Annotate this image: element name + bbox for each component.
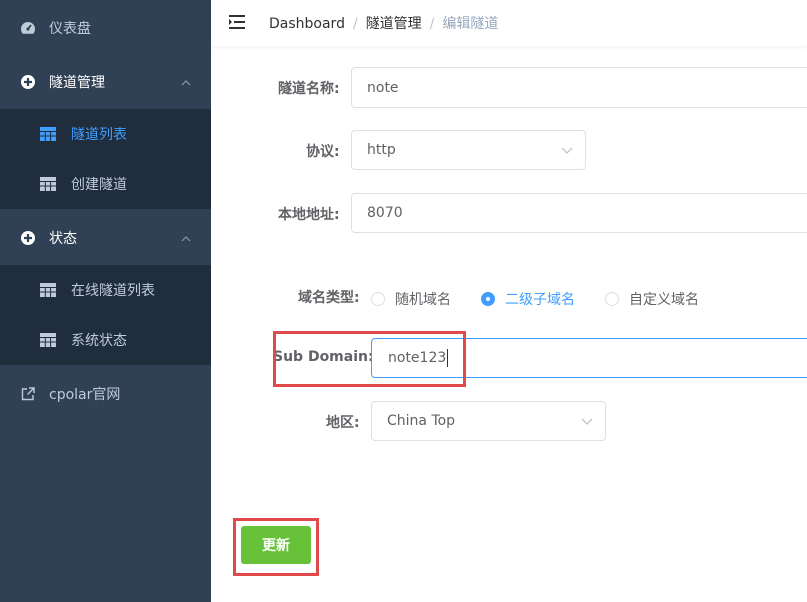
chevron-up-icon xyxy=(181,230,191,246)
domain-type-label: 域名类型: xyxy=(298,290,360,306)
sidebar-item-tunnel-list[interactable]: 隧道列表 xyxy=(0,109,211,159)
protocol-value: http xyxy=(367,142,396,158)
region-label: 地区: xyxy=(326,415,360,431)
sidebar-item-create-tunnel[interactable]: 创建隧道 xyxy=(0,159,211,209)
dashboard-icon xyxy=(20,20,36,36)
radio-button-icon xyxy=(371,292,385,306)
local-address-input[interactable]: 8070 xyxy=(351,193,807,233)
sidebar-item-label: 系统状态 xyxy=(71,333,127,349)
highlight-box-sub-domain xyxy=(273,331,466,387)
sidebar-item-label: 创建隧道 xyxy=(71,177,127,193)
plus-circle-icon xyxy=(20,230,36,246)
local-address-label: 本地地址: xyxy=(278,207,340,223)
sidebar: 仪表盘 隧道管理 隧道列表 创建隧道 状态 在线隧道列表 系统状态 cpolar… xyxy=(0,0,211,602)
sidebar-item-label: cpolar官网 xyxy=(49,387,121,403)
breadcrumb-tunnel-management[interactable]: 隧道管理 xyxy=(366,16,422,32)
table-icon xyxy=(40,177,56,191)
radio-label: 二级子域名 xyxy=(505,292,575,308)
sidebar-item-label: 状态 xyxy=(49,231,77,247)
region-value: China Top xyxy=(387,413,456,429)
breadcrumb-separator: / xyxy=(352,16,358,32)
external-link-icon xyxy=(20,386,36,402)
radio-custom-domain[interactable]: 自定义域名 xyxy=(605,289,699,309)
chevron-up-icon xyxy=(181,74,191,90)
sidebar-item-online-tunnels[interactable]: 在线隧道列表 xyxy=(0,265,211,315)
sidebar-item-status[interactable]: 状态 xyxy=(0,210,211,266)
top-bar: Dashboard / 隧道管理 / 编辑隧道 xyxy=(211,0,807,46)
local-address-value: 8070 xyxy=(367,205,403,221)
sidebar-item-label: 仪表盘 xyxy=(49,21,91,37)
table-icon xyxy=(40,283,56,297)
radio-label: 自定义域名 xyxy=(629,292,699,308)
breadcrumb-dashboard[interactable]: Dashboard xyxy=(269,16,345,32)
radio-button-icon xyxy=(605,292,619,306)
sidebar-item-tunnel-management[interactable]: 隧道管理 xyxy=(0,54,211,110)
protocol-select[interactable]: http xyxy=(351,130,586,170)
plus-circle-icon xyxy=(20,74,36,90)
breadcrumb-edit-tunnel: 编辑隧道 xyxy=(442,16,499,32)
sidebar-item-cpolar-website[interactable]: cpolar官网 xyxy=(0,366,211,422)
chevron-down-icon xyxy=(581,413,593,429)
sidebar-item-dashboard[interactable]: 仪表盘 xyxy=(0,0,211,56)
table-icon xyxy=(40,333,56,347)
table-icon xyxy=(40,127,56,141)
sidebar-item-label: 在线隧道列表 xyxy=(71,283,155,299)
radio-random-domain[interactable]: 随机域名 xyxy=(371,289,451,309)
radio-button-icon xyxy=(481,292,495,306)
tunnel-name-label: 隧道名称: xyxy=(278,81,340,97)
tunnel-name-value: note xyxy=(367,79,399,96)
chevron-down-icon xyxy=(561,142,573,158)
sidebar-item-label: 隧道管理 xyxy=(49,75,105,91)
breadcrumb: Dashboard / 隧道管理 / 编辑隧道 xyxy=(269,13,498,33)
protocol-label: 协议: xyxy=(306,144,340,160)
radio-label: 随机域名 xyxy=(395,292,451,308)
tunnel-name-input[interactable]: note xyxy=(351,67,807,108)
radio-subdomain[interactable]: 二级子域名 xyxy=(481,289,575,309)
sidebar-item-system-status[interactable]: 系统状态 xyxy=(0,315,211,365)
update-button[interactable]: 更新 xyxy=(241,526,311,564)
sidebar-item-label: 隧道列表 xyxy=(71,127,127,143)
hamburger-icon[interactable] xyxy=(228,13,246,31)
region-select[interactable]: China Top xyxy=(371,401,606,441)
breadcrumb-separator: / xyxy=(429,16,435,32)
